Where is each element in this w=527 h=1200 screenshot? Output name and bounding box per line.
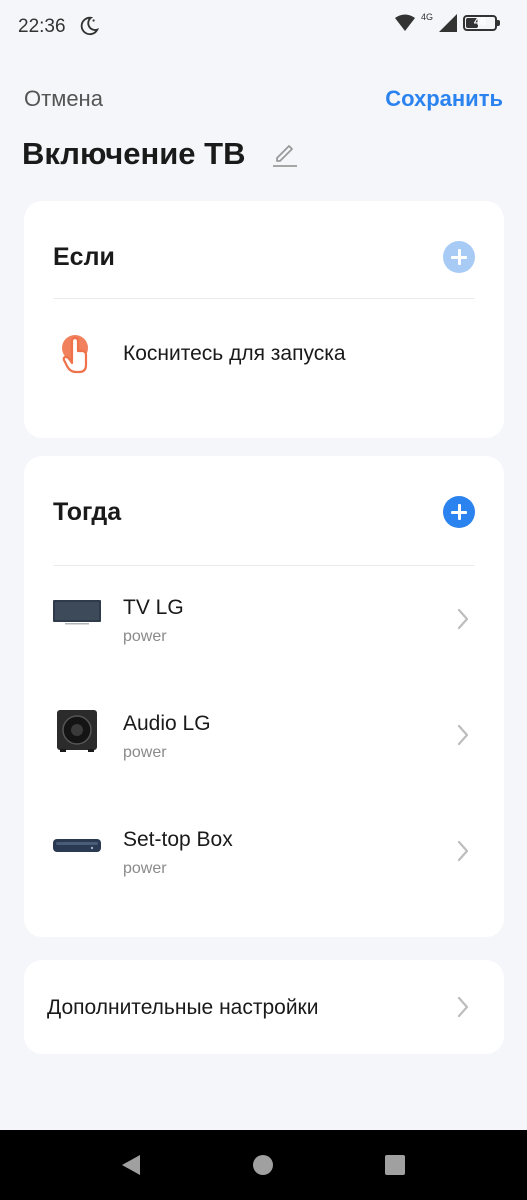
if-card: Если Коснитесь для запуска (24, 201, 504, 438)
wifi-icon (394, 14, 415, 31)
device-name: Set-top Box (123, 828, 233, 851)
then-card: Тогда TV LG power Audio LG power Set-top… (24, 456, 504, 937)
cell-signal-icon (439, 14, 457, 32)
battery-icon: 46 (463, 15, 500, 31)
touch-icon (62, 335, 88, 374)
extra-settings-label: Дополнительные настройки (47, 996, 319, 1019)
device-name: Audio LG (123, 712, 211, 735)
device-action: power (123, 628, 167, 645)
add-action-button[interactable] (443, 496, 475, 528)
battery-text: 46 (473, 16, 487, 28)
chevron-right-icon (457, 840, 469, 862)
status-bar: 22:36 4G 46 (0, 0, 527, 52)
signal-icons: 4G 46 (394, 12, 500, 32)
then-section-title: Тогда (53, 498, 122, 526)
divider (53, 298, 475, 299)
save-button[interactable]: Сохранить (385, 86, 503, 112)
add-condition-button[interactable] (443, 241, 475, 273)
network-label: 4G (420, 12, 433, 22)
edit-pencil-icon[interactable] (272, 142, 298, 168)
device-row-audio[interactable]: Audio LG power (24, 684, 504, 784)
moon-icon (80, 16, 100, 36)
back-icon[interactable] (120, 1154, 142, 1176)
device-row-tv[interactable]: TV LG power (24, 568, 504, 668)
cancel-button[interactable]: Отмена (24, 86, 103, 112)
device-action: power (123, 860, 167, 877)
home-icon[interactable] (253, 1155, 273, 1175)
chevron-right-icon (457, 724, 469, 746)
chevron-right-icon (457, 608, 469, 630)
device-action: power (123, 744, 167, 761)
tv-icon (53, 600, 101, 625)
trigger-label[interactable]: Коснитесь для запуска (123, 342, 346, 366)
battery-tip (497, 20, 500, 26)
divider (53, 565, 475, 566)
device-row-set-top-box[interactable]: Set-top Box power (24, 800, 504, 900)
if-section-title: Если (53, 243, 115, 271)
speaker-icon (57, 710, 97, 752)
navigation-bar (0, 1130, 527, 1200)
set-top-box-icon (53, 839, 101, 852)
status-time: 22:36 (18, 16, 66, 37)
device-name: TV LG (123, 596, 184, 619)
chevron-right-icon (457, 996, 469, 1018)
extra-settings-card[interactable]: Дополнительные настройки (24, 960, 504, 1054)
page-title: Включение ТВ (22, 136, 246, 171)
recents-icon[interactable] (385, 1155, 405, 1175)
